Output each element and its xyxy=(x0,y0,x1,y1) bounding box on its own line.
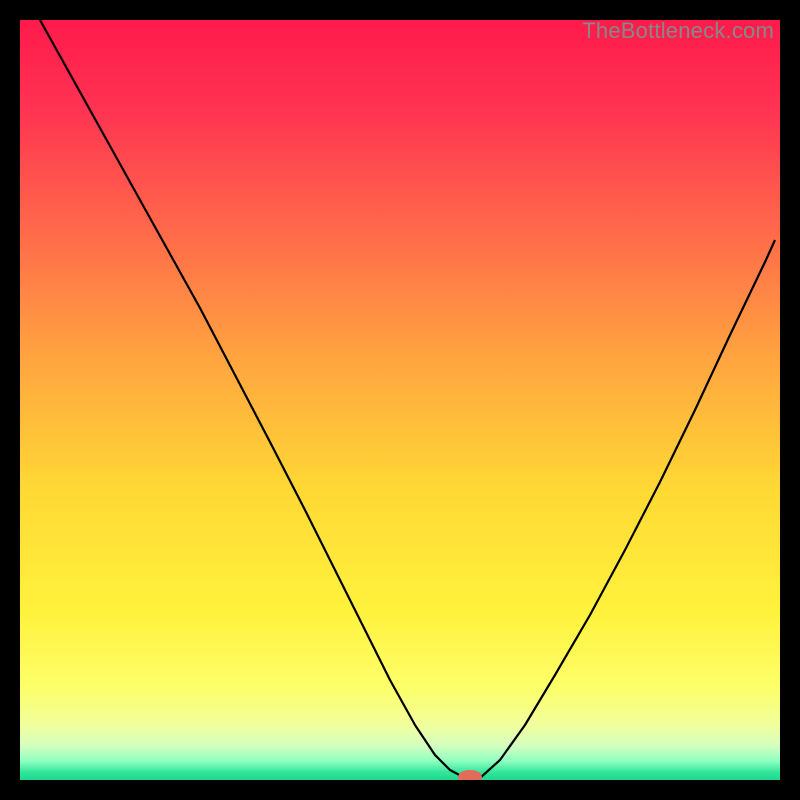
watermark-text: TheBottleneck.com xyxy=(582,18,774,44)
chart-frame: TheBottleneck.com xyxy=(20,20,780,780)
bottleneck-plot xyxy=(20,20,780,780)
plot-background xyxy=(20,20,780,780)
